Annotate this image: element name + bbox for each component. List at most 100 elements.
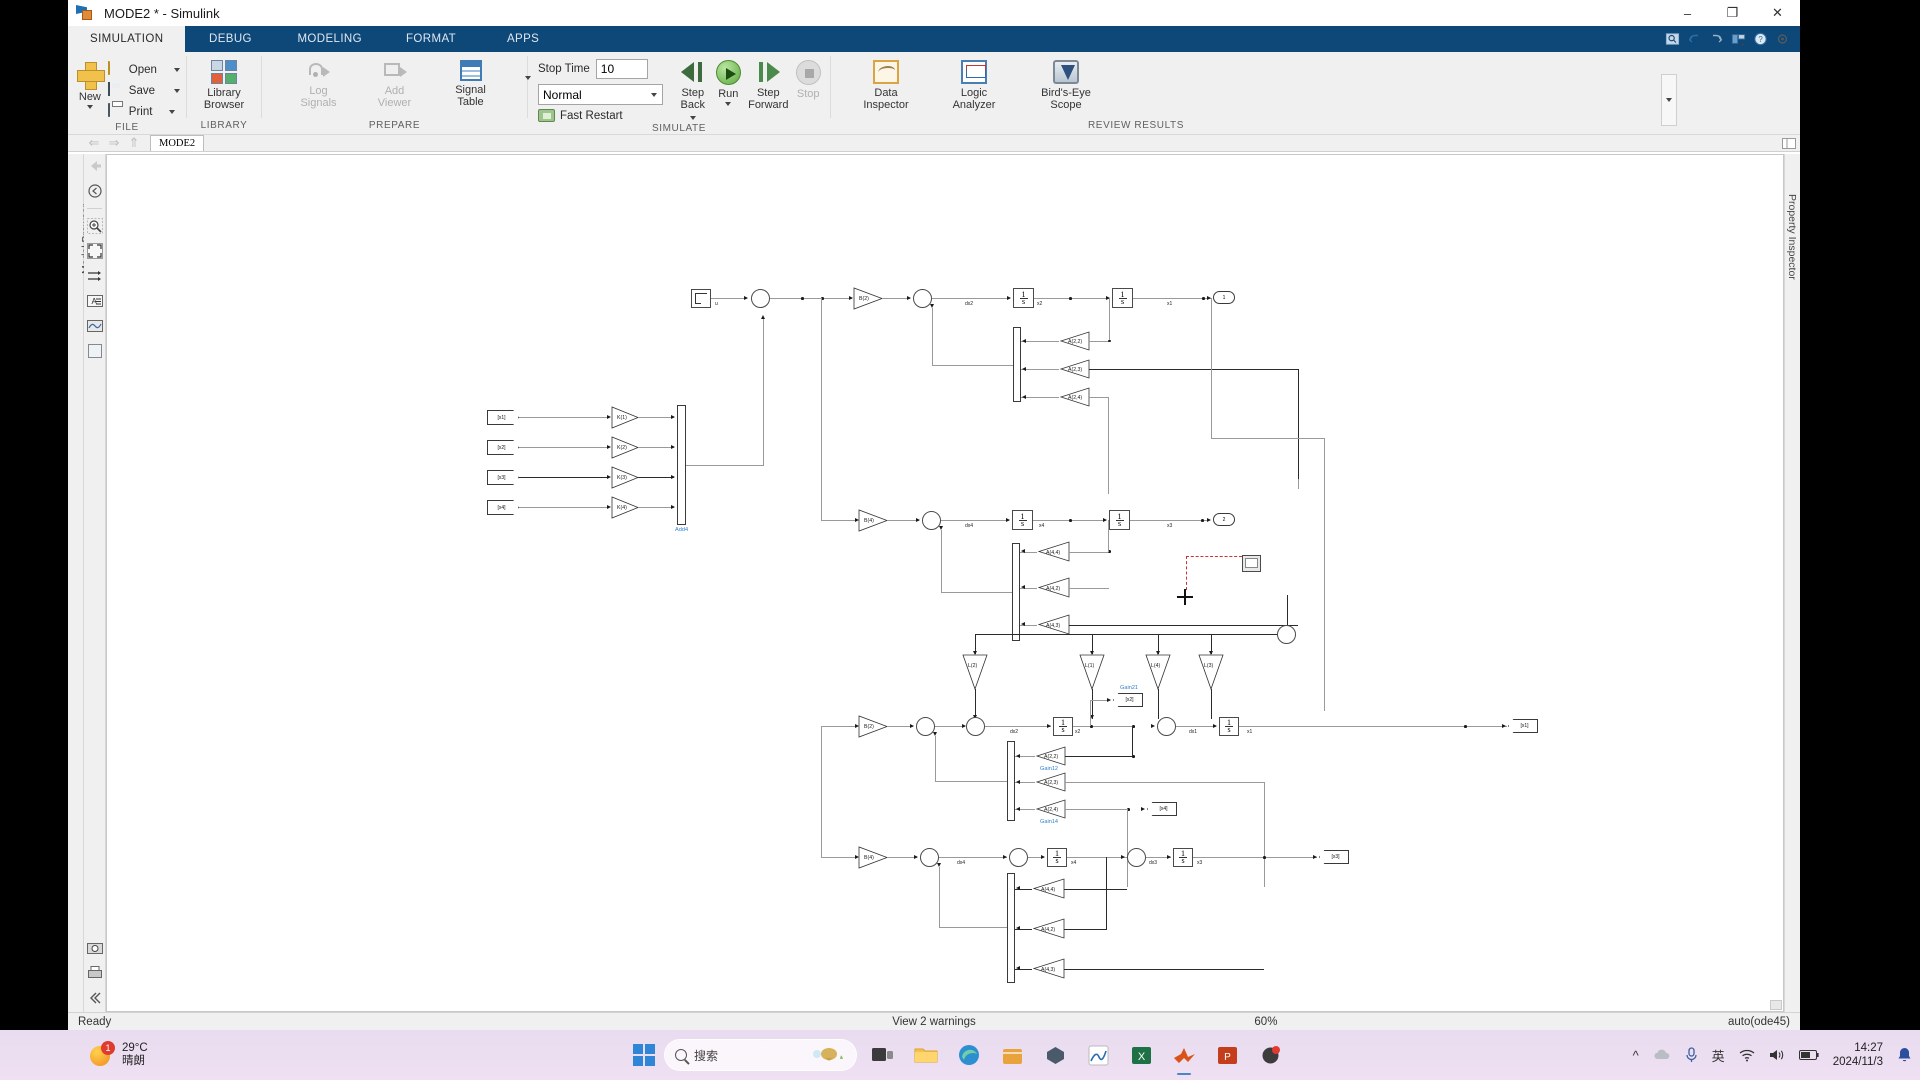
integrator-top-1[interactable]: 1s [1013,288,1034,308]
taskbar-app-powerpoint[interactable]: P [1210,1038,1244,1072]
gain-l4[interactable]: L(4) [1145,654,1171,691]
taskbar-app-store[interactable] [995,1038,1029,1072]
gain-a22-observer[interactable]: A(2,2) [1035,746,1066,766]
layout-icon[interactable] [1731,32,1746,46]
step-back-button[interactable]: Step Back [677,56,709,123]
taskbar-app-edge[interactable] [952,1038,986,1072]
integrator-observer-2[interactable]: 1s [1219,717,1239,736]
gain-a23-top[interactable]: A(2,3) [1059,359,1090,379]
sum-block-observer-3[interactable] [1157,717,1176,736]
start-button-icon[interactable] [633,1044,655,1066]
notification-icon[interactable] [1897,1047,1912,1063]
gain-a44-row4[interactable]: A(4,4) [1032,878,1065,899]
zoom-icon[interactable] [86,218,103,234]
sum-block-row4-3[interactable] [1127,848,1146,867]
chevron-up-icon[interactable]: ^ [1633,1048,1639,1063]
undo-icon[interactable] [1687,32,1702,46]
redo-icon[interactable] [1709,32,1724,46]
integrator-row4-2[interactable]: 1s [1173,848,1193,867]
goto-tag-x4[interactable]: [x4] [1147,802,1177,816]
scope-icon[interactable] [86,318,103,334]
run-dropdown-caret[interactable] [725,102,732,106]
sum-bar-observer[interactable] [1007,741,1015,821]
sum-bar-top[interactable] [1013,327,1021,402]
gain-a23-observer[interactable]: A(2,3) [1035,772,1066,792]
new-dropdown-caret[interactable] [86,105,93,109]
sum-block-row4-2[interactable] [1009,848,1028,867]
gain-l1[interactable]: L(1) [1079,654,1105,691]
gain-a43-second[interactable]: A(4,3) [1037,614,1070,635]
step-forward-button[interactable]: Step Forward [748,56,788,111]
nav-forward-button[interactable]: ⇒ [104,135,124,151]
library-browser-button[interactable]: Library Browser [193,56,255,111]
gain-a24-top[interactable]: A(2,4) [1059,387,1090,407]
back-arrow-icon[interactable] [87,158,103,174]
tab-apps[interactable]: APPS [478,26,568,52]
scope-block[interactable] [1242,555,1261,572]
ribbon-expand-button[interactable] [1661,74,1677,126]
from-tag-x4[interactable]: [x4] [487,500,519,515]
tab-format[interactable]: FORMAT [384,26,478,52]
from-tag-x1[interactable]: [x1] [487,410,519,425]
taskbar-app-explorer[interactable] [909,1038,943,1072]
add-viewer-button[interactable]: Add Viewer [368,56,422,109]
from-tag-x2[interactable]: [x2] [487,440,519,455]
gain-b4-second[interactable]: B(4) [858,509,889,532]
integrator-observer-1[interactable]: 1s [1053,717,1073,736]
camera-icon[interactable] [87,940,103,956]
battery-icon[interactable] [1798,1049,1819,1061]
taskbar-app-taskview[interactable] [866,1038,900,1072]
signal-route-icon[interactable] [87,268,103,284]
area-icon[interactable] [87,343,103,359]
gain-b2-top[interactable]: B(2) [853,287,884,310]
maximize-button[interactable]: ❐ [1710,0,1755,26]
logic-analyzer-button[interactable]: Logic Analyzer [943,56,1005,111]
gain-a42-second[interactable]: A(4,2) [1037,577,1070,598]
fast-restart-toggle[interactable]: Fast Restart [538,109,663,122]
sum-block-top-1[interactable] [751,289,770,308]
status-solver[interactable]: auto(ode45) [1728,1016,1790,1028]
canvas-resize-grip[interactable] [1770,1000,1782,1010]
sum-bar-second[interactable] [1012,543,1020,641]
nav-back-button[interactable]: ⇐ [84,135,104,151]
goto-tag-x3[interactable]: [x3] [1319,850,1349,864]
nav-up-button[interactable]: ⇑ [124,135,144,151]
model-canvas[interactable]: [x1] [x2] [x3] [x4] K(1) K(2) K(3) K(4) … [106,154,1784,1012]
taskbar-app-excel[interactable]: X [1124,1038,1158,1072]
tab-debug[interactable]: DEBUG [185,26,275,52]
volume-icon[interactable] [1769,1048,1785,1062]
gain-k2[interactable]: K(2) [611,436,640,459]
property-inspector-panel[interactable]: Property Inspector [1784,154,1800,1012]
model-tab[interactable]: MODE2 [150,135,205,151]
close-button[interactable]: ✕ [1755,0,1800,26]
help-icon[interactable]: ? [1753,32,1768,46]
stop-time-input[interactable]: 10 [595,59,648,79]
log-signals-button[interactable]: Log Signals [292,56,346,109]
gain-l3[interactable]: L(3) [1198,654,1224,691]
gain-b4-observer[interactable]: B(4) [858,846,889,869]
gain-a43-row4[interactable]: A(4,3) [1032,958,1065,979]
gain-k1[interactable]: K(1) [611,406,640,429]
tab-modeling[interactable]: MODELING [275,26,384,52]
integrator-top-2[interactable]: 1s [1112,288,1133,308]
fit-to-view-icon[interactable] [87,183,103,199]
collapse-icon[interactable] [87,990,103,1006]
gain-k3[interactable]: K(3) [611,466,640,489]
taskbar-app-matlab[interactable] [1167,1038,1201,1075]
minimize-button[interactable]: – [1665,0,1710,26]
weather-widget[interactable]: 1 29°C 晴朗 [88,1041,148,1068]
fullscreen-icon[interactable] [86,243,103,259]
simulation-mode-select[interactable]: Normal [538,84,663,105]
ime-label[interactable]: 英 [1712,1046,1725,1065]
gain-a42-row4[interactable]: A(4,2) [1032,918,1065,939]
gain-b2-observer[interactable]: B(2) [858,715,889,738]
wifi-icon[interactable] [1739,1049,1755,1062]
print-preview-icon[interactable] [87,965,103,981]
taskbar-app-notification-dot[interactable] [1253,1038,1287,1072]
print-button[interactable]: Print [107,101,180,122]
taskbar-app-chart[interactable] [1081,1038,1115,1072]
annotation-icon[interactable]: A [86,293,103,309]
from-tag-x3[interactable]: [x3] [487,470,519,485]
gain-a24-observer[interactable]: A(2,4) [1035,799,1066,819]
goto-tag-x1[interactable]: [x1] [1508,719,1538,733]
